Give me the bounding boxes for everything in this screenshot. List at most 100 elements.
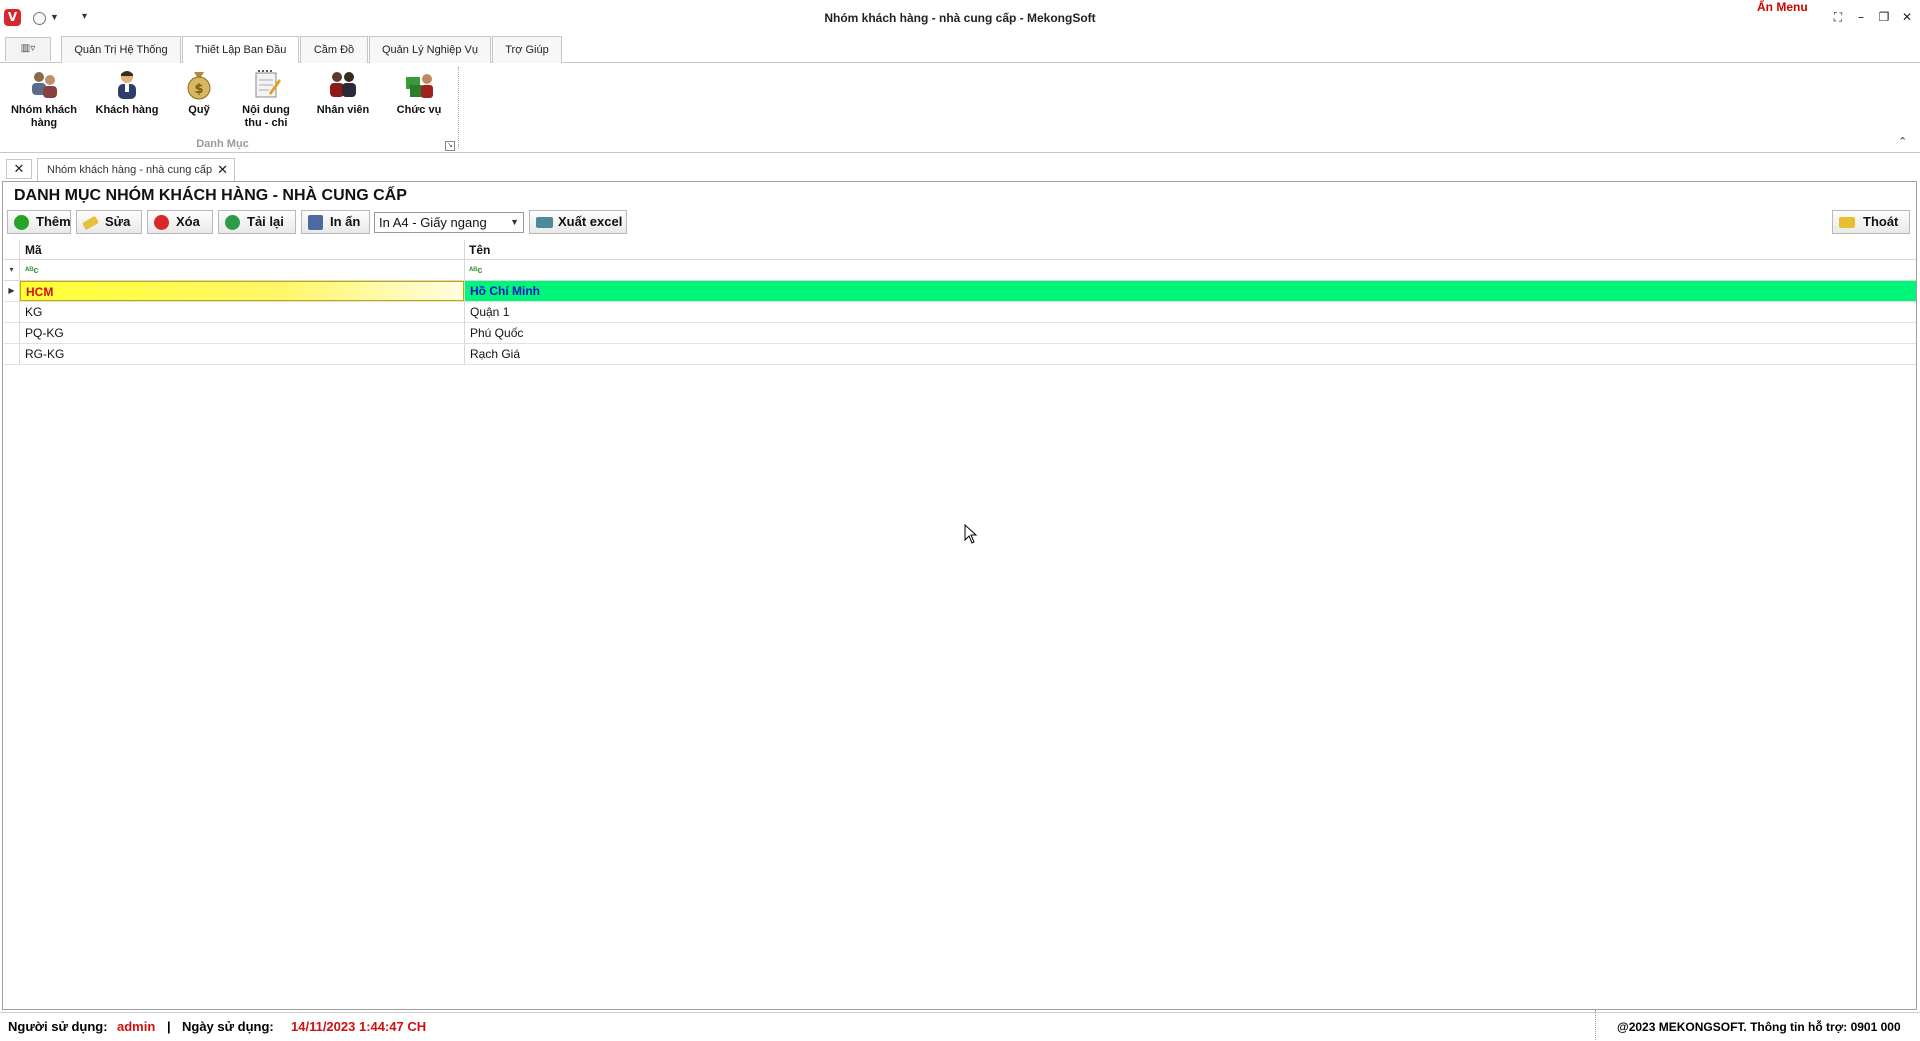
filter-ma-input[interactable]: ᴬᴮc — [20, 260, 464, 280]
row-indicator — [4, 323, 20, 343]
ribbon-noi-dung-thu-chi-button[interactable]: Nội dung thu - chi — [234, 67, 298, 130]
tab-thiet-lap-ban-dau[interactable]: Thiết Lập Ban Đầu — [182, 36, 299, 64]
grid-filter-row: ▾ ᴬᴮc ᴬᴮc — [4, 260, 1916, 281]
ribbon-nhan-vien-button[interactable]: Nhân viên — [308, 67, 378, 117]
fullscreen-button[interactable]: ⛶ — [1829, 9, 1847, 25]
action-toolbar: Thêm Sửa Xóa Tải lại In ấn In A4 - Giấy … — [3, 210, 1916, 236]
ribbon-label: Nhân viên — [316, 104, 370, 116]
date-label: Ngày sử dụng: — [182, 1019, 274, 1034]
current-row-indicator-icon: ▶ — [4, 281, 20, 301]
customer-group-icon — [32, 72, 57, 98]
ribbon-label: Nhóm khách — [10, 104, 77, 116]
svg-text:$: $ — [194, 82, 203, 97]
edit-button[interactable]: Sửa — [76, 210, 142, 234]
exit-label: Thoát — [1863, 214, 1899, 229]
page-title: DANH MỤC NHÓM KHÁCH HÀNG - NHÀ CUNG CẤP — [14, 187, 407, 204]
content-panel: DANH MỤC NHÓM KHÁCH HÀNG - NHÀ CUNG CẤP … — [2, 181, 1917, 1010]
position-icon — [406, 74, 433, 98]
restore-button[interactable]: ❐ — [1875, 9, 1893, 25]
ribbon-label: Nội dung — [242, 104, 290, 116]
cell-ma[interactable]: HCM — [20, 281, 464, 301]
cell-ma[interactable]: RG-KG — [20, 344, 464, 364]
export-label: Xuất excel — [558, 214, 623, 229]
column-header-ma[interactable]: Mã — [20, 240, 464, 260]
document-tab-label: Nhóm khách hàng - nhà cung cấp — [47, 164, 213, 176]
title-bar: V ▼ ▾ Nhóm khách hàng - nhà cung cấp - M… — [0, 0, 1920, 34]
row-indicator-header — [4, 240, 20, 260]
money-bag-icon: $ — [187, 72, 211, 100]
excel-icon — [536, 217, 553, 228]
ribbon-group-label: Danh Mục — [196, 138, 249, 150]
customer-icon — [118, 71, 136, 99]
print-label: In ấn — [330, 214, 361, 229]
cell-ten[interactable]: Quận 1 — [465, 302, 1916, 322]
status-divider — [1595, 1010, 1596, 1040]
close-window-button[interactable]: ✕ — [1898, 9, 1916, 25]
ribbon-label: hàng — [30, 117, 58, 129]
tab-tro-giup[interactable]: Trợ Giúp — [492, 36, 562, 63]
tab-quan-ly-nghiep-vu[interactable]: Quản Lý Nghiệp Vụ — [369, 36, 491, 63]
cell-ten[interactable]: Hồ Chí Minh — [465, 281, 1916, 301]
table-row[interactable]: PQ-KG Phú Quốc — [4, 323, 1916, 344]
row-indicator — [4, 302, 20, 322]
minimize-button[interactable]: – — [1852, 9, 1870, 25]
app-window: V ▼ ▾ Nhóm khách hàng - nhà cung cấp - M… — [0, 0, 1920, 1041]
ribbon-label: thu - chi — [244, 117, 288, 129]
user-value: admin — [117, 1019, 156, 1034]
cell-ten[interactable]: Rạch Giá — [465, 344, 1916, 364]
mouse-cursor-icon — [964, 524, 978, 544]
column-divider[interactable] — [464, 240, 465, 365]
document-tab-nhom-khach-hang[interactable]: Nhóm khách hàng - nhà cung cấp ✕ — [37, 158, 235, 181]
delete-button[interactable]: Xóa — [147, 210, 213, 234]
notepad-icon — [255, 70, 281, 98]
chevron-down-icon: ▼ — [510, 217, 519, 227]
staff-icon — [330, 72, 356, 97]
data-grid: Mã Tên ▾ ᴬᴮc ᴬᴮc ▶ HCM Hồ Chí Minh KG Qu… — [4, 240, 1916, 365]
export-excel-button[interactable]: Xuất excel — [529, 210, 627, 234]
print-button[interactable]: In ấn — [301, 210, 370, 234]
hide-menu-link[interactable]: Ẩn Menu — [1757, 0, 1808, 14]
ribbon-khach-hang-button[interactable]: Khách hàng — [92, 67, 162, 117]
delete-label: Xóa — [176, 214, 200, 229]
reload-label: Tải lại — [247, 214, 284, 229]
document-tab-bar: ✕ Nhóm khách hàng - nhà cung cấp ✕ — [0, 157, 1920, 181]
table-row[interactable]: ▶ HCM Hồ Chí Minh — [4, 281, 1916, 302]
tab-cam-do[interactable]: Cầm Đồ — [300, 36, 368, 63]
collapse-ribbon-icon[interactable]: ⌃ — [1898, 135, 1907, 148]
plus-icon — [14, 215, 29, 230]
status-separator: | — [167, 1019, 171, 1034]
application-menu-button[interactable]: ▥▿ — [5, 37, 51, 61]
print-option-value: In A4 - Giấy ngang — [379, 215, 487, 230]
user-label: Người sử dụng: — [8, 1019, 108, 1034]
filter-ten-input[interactable]: ᴬᴮc — [464, 260, 1916, 280]
ribbon-label: Khách hàng — [95, 104, 159, 116]
edit-label: Sửa — [105, 214, 131, 229]
grid-header-row: Mã Tên — [4, 240, 1916, 260]
exit-button[interactable]: Thoát — [1832, 210, 1910, 234]
cell-ten[interactable]: Phú Quốc — [465, 323, 1916, 343]
tab-quan-tri-he-thong[interactable]: Quản Trị Hệ Thống — [61, 36, 181, 63]
column-header-ten[interactable]: Tên — [464, 240, 1916, 260]
date-value: 14/11/2023 1:44:47 CH — [291, 1019, 427, 1034]
add-button[interactable]: Thêm — [7, 210, 71, 234]
close-tab-icon[interactable]: ✕ — [217, 159, 228, 181]
ribbon-nhom-khach-hang-button[interactable]: Nhóm khách hàng — [6, 67, 82, 130]
ribbon-label: Quỹ — [188, 104, 210, 116]
print-option-select[interactable]: In A4 - Giấy ngang ▼ — [374, 212, 524, 233]
window-title: Nhóm khách hàng - nhà cung cấp - MekongS… — [824, 11, 1096, 25]
close-all-tabs-button[interactable]: ✕ — [6, 159, 32, 179]
menu-panel-icon: ▥▿ — [20, 43, 36, 54]
group-launcher-icon[interactable]: ↘ — [445, 141, 455, 151]
pencil-icon — [82, 215, 99, 231]
table-row[interactable]: KG Quận 1 — [4, 302, 1916, 323]
reload-button[interactable]: Tải lại — [218, 210, 296, 234]
cell-ma[interactable]: PQ-KG — [20, 323, 464, 343]
copyright-text: @2023 MEKONGSOFT. Thông tin hỗ trợ: 0901… — [1617, 1020, 1901, 1034]
ribbon-panel: Nhóm khách hàng Khách hàng $ Quỹ Nội dun… — [0, 63, 1920, 153]
ribbon-quy-button[interactable]: $ Quỹ — [174, 67, 224, 117]
table-row[interactable]: RG-KG Rạch Giá — [4, 344, 1916, 365]
add-label: Thêm — [36, 214, 71, 229]
cell-ma[interactable]: KG — [20, 302, 464, 322]
ribbon-tab-bar: ▥▿ Quản Trị Hệ Thống Thiết Lập Ban Đầu C… — [0, 34, 1920, 64]
ribbon-chuc-vu-button[interactable]: Chức vụ — [388, 67, 450, 117]
